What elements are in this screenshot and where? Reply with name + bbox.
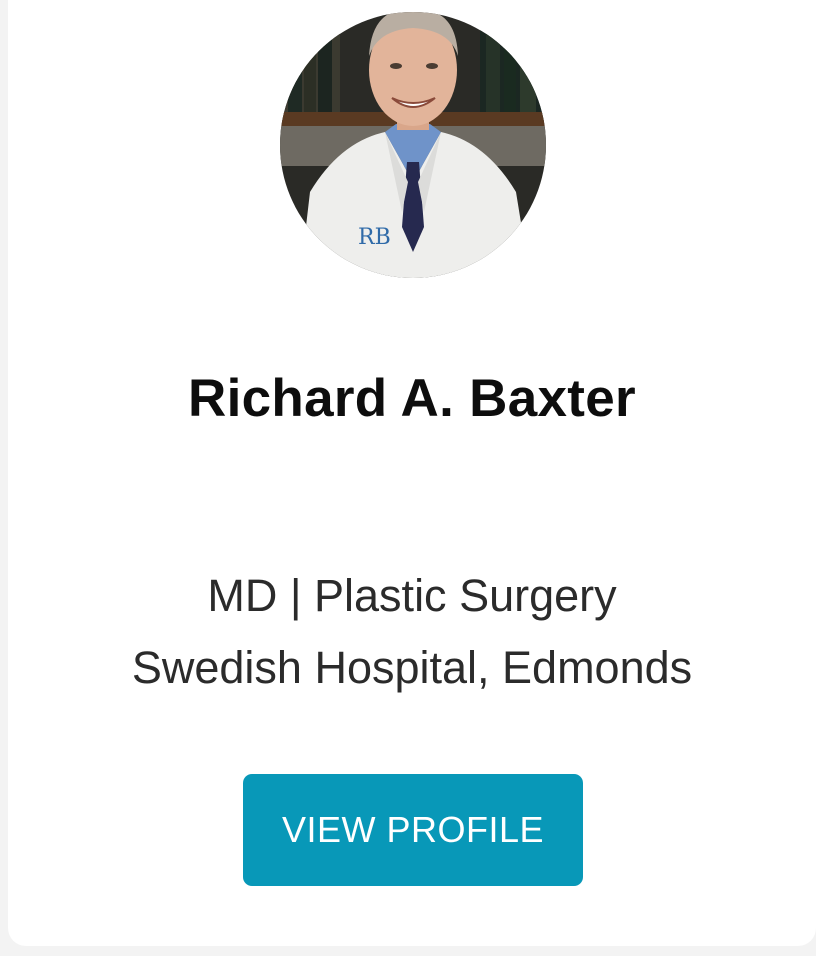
profile-card: RB Richard A. Baxter MD | Plastic Surger…: [8, 0, 816, 946]
specialty-line: MD | Plastic Surgery: [207, 570, 617, 621]
portrait-image: RB: [280, 12, 546, 278]
svg-text:RB: RB: [358, 225, 391, 250]
view-profile-button[interactable]: VIEW PROFILE: [243, 774, 583, 886]
hospital-line: Swedish Hospital, Edmonds: [131, 642, 693, 693]
doctor-name: Richard A. Baxter: [188, 369, 636, 428]
doctor-photo: RB: [280, 12, 546, 278]
doctor-details: MD | Plastic Surgery Swedish Hospital, E…: [8, 560, 816, 704]
